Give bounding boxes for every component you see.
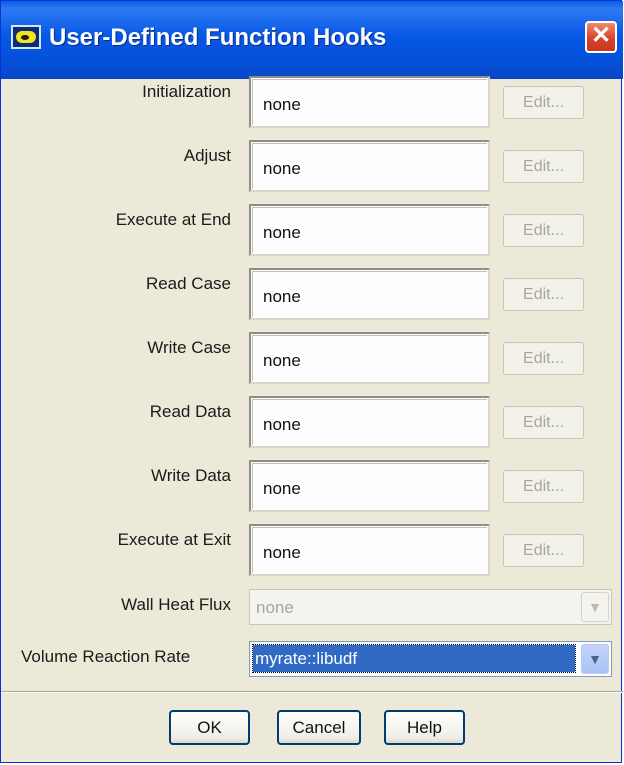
- wall-heat-flux-value: none: [256, 598, 294, 617]
- volume-reaction-rate-label: Volume Reaction Rate: [21, 647, 191, 666]
- write-data-field[interactable]: none: [249, 460, 490, 512]
- title-bar[interactable]: User-Defined Function Hooks ✕: [1, 1, 623, 79]
- adjust-edit-button[interactable]: Edit...: [503, 150, 584, 183]
- execute-at-end-edit-button[interactable]: Edit...: [503, 214, 584, 247]
- read-case-field[interactable]: none: [249, 268, 490, 320]
- chevron-down-icon[interactable]: ▼: [581, 592, 609, 622]
- write-case-value: none: [263, 351, 301, 370]
- adjust-label: Adjust: [183, 146, 231, 165]
- wall-heat-flux-label: Wall Heat Flux: [121, 595, 231, 614]
- help-button[interactable]: Help: [384, 710, 465, 745]
- chevron-down-icon[interactable]: ▼: [581, 644, 609, 674]
- volume-reaction-rate-value: myrate::libudf: [252, 644, 576, 673]
- volume-reaction-rate-dropdown[interactable]: myrate::libudf ▼: [249, 641, 612, 677]
- execute-at-exit-value: none: [263, 543, 301, 562]
- read-data-label: Read Data: [149, 402, 231, 421]
- wall-heat-flux-dropdown[interactable]: none ▼: [249, 589, 612, 625]
- execute-at-exit-field[interactable]: none: [249, 524, 490, 576]
- read-case-label: Read Case: [145, 274, 231, 293]
- write-data-label: Write Data: [151, 466, 231, 485]
- write-data-edit-button[interactable]: Edit...: [503, 470, 584, 503]
- cancel-button[interactable]: Cancel: [277, 710, 361, 745]
- execute-at-end-field[interactable]: none: [249, 204, 490, 256]
- fluent-app-icon: [11, 25, 41, 49]
- execute-at-end-label: Execute at End: [115, 210, 231, 229]
- read-case-value: none: [263, 287, 301, 306]
- read-case-edit-button[interactable]: Edit...: [503, 278, 584, 311]
- execute-at-exit-edit-button[interactable]: Edit...: [503, 534, 584, 567]
- ok-button[interactable]: OK: [169, 710, 250, 745]
- execute-at-end-value: none: [263, 223, 301, 242]
- dialog-window: User-Defined Function Hooks ✕ Initializa…: [0, 0, 623, 763]
- read-data-value: none: [263, 415, 301, 434]
- write-data-value: none: [263, 479, 301, 498]
- adjust-value: none: [263, 159, 301, 178]
- close-icon: ✕: [590, 22, 612, 49]
- read-data-edit-button[interactable]: Edit...: [503, 406, 584, 439]
- write-case-field[interactable]: none: [249, 332, 490, 384]
- initialization-field[interactable]: none: [249, 76, 490, 128]
- close-button[interactable]: ✕: [585, 21, 617, 53]
- read-data-field[interactable]: none: [249, 396, 490, 448]
- initialization-label: Initialization: [142, 82, 231, 101]
- write-case-edit-button[interactable]: Edit...: [503, 342, 584, 375]
- execute-at-exit-label: Execute at Exit: [117, 530, 231, 549]
- write-case-label: Write Case: [147, 338, 231, 357]
- initialization-value: none: [263, 95, 301, 114]
- initialization-edit-button[interactable]: Edit...: [503, 86, 584, 119]
- adjust-field[interactable]: none: [249, 140, 490, 192]
- window-title: User-Defined Function Hooks: [49, 24, 387, 51]
- separator: [1, 691, 623, 693]
